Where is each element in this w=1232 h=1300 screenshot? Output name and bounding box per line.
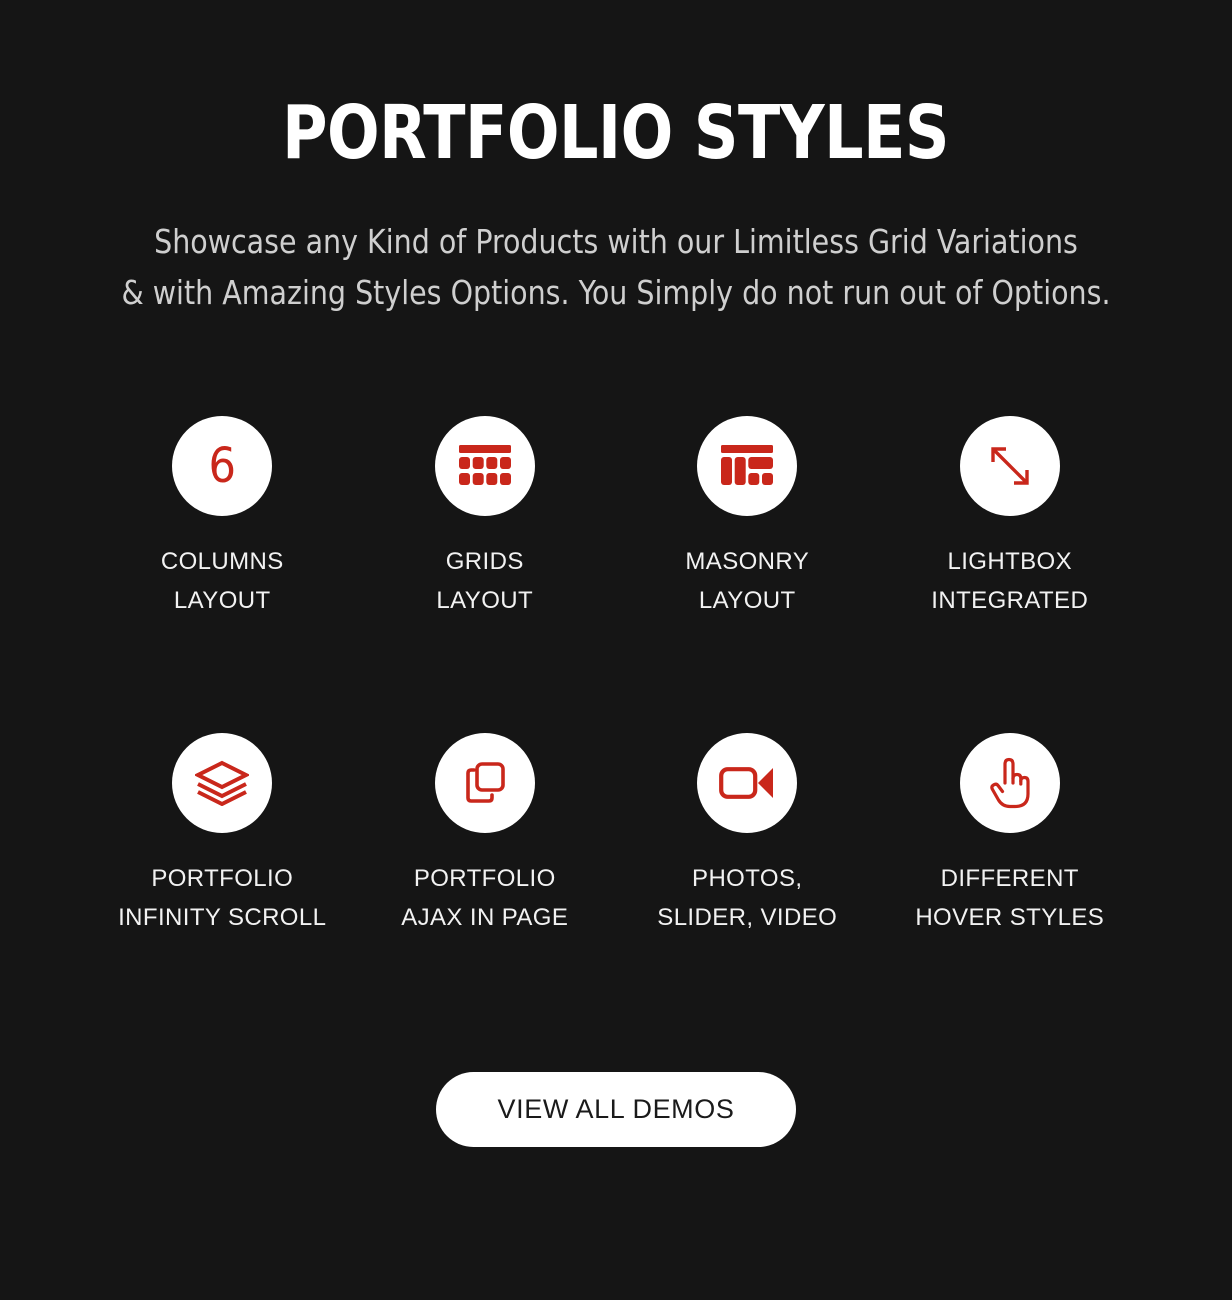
feature-label-line-2: LAYOUT <box>436 587 534 615</box>
feature-item-different-hover-styles[interactable]: DIFFERENT HOVER STYLES <box>879 733 1142 938</box>
feature-item-grids-layout[interactable]: GRIDS LAYOUT <box>354 416 617 621</box>
feature-label-line-2: HOVER STYLES <box>915 903 1105 931</box>
feature-label-line-1: PORTFOLIO <box>151 865 294 893</box>
feature-item-columns-layout[interactable]: 6 COLUMNS LAYOUT <box>91 416 354 621</box>
feature-label-line-1: COLUMNS <box>160 548 284 576</box>
feature-grid: 6 COLUMNS LAYOUT GRIDS LAYOUT MASONRY LA… <box>91 416 1141 938</box>
feature-label-line-2: AJAX IN PAGE <box>401 903 569 931</box>
subtitle-line-1: Showcase any Kind of Products with our L… <box>154 222 1078 261</box>
feature-label-line-2: INFINITY SCROLL <box>118 903 327 931</box>
feature-label-line-1: GRIDS <box>445 548 524 576</box>
copy-squares-icon <box>434 733 535 834</box>
cta-container: VIEW ALL DEMOS <box>0 1071 1232 1147</box>
section-subtitle: Showcase any Kind of Products with our L… <box>78 216 1153 318</box>
view-all-demos-button[interactable]: VIEW ALL DEMOS <box>435 1071 797 1147</box>
subtitle-line-2: & with Amazing Styles Options. You Simpl… <box>121 273 1111 313</box>
feature-item-portfolio-ajax-in-page[interactable]: PORTFOLIO AJAX IN PAGE <box>354 733 617 938</box>
number-six-icon: 6 <box>172 416 273 517</box>
feature-label: PORTFOLIO INFINITY SCROLL <box>118 860 326 938</box>
grids-layout-icon <box>434 416 535 517</box>
feature-label-line-2: INTEGRATED <box>931 587 1089 615</box>
feature-label: PORTFOLIO AJAX IN PAGE <box>401 860 568 938</box>
feature-label: DIFFERENT HOVER STYLES <box>915 860 1104 938</box>
feature-label-line-1: DIFFERENT <box>940 865 1079 893</box>
feature-item-masonry-layout[interactable]: MASONRY LAYOUT <box>616 416 879 621</box>
feature-label-line-2: LAYOUT <box>698 587 796 615</box>
feature-label: LIGHTBOX INTEGRATED <box>931 543 1088 621</box>
feature-label-line-1: LIGHTBOX <box>947 548 1073 576</box>
portfolio-styles-section: PORTFOLIO STYLES Showcase any Kind of Pr… <box>0 0 1232 1300</box>
feature-label: PHOTOS, SLIDER, VIDEO <box>657 860 837 938</box>
page-title: PORTFOLIO STYLES <box>282 90 950 176</box>
feature-label-line-2: LAYOUT <box>173 587 271 615</box>
expand-arrows-icon <box>959 416 1060 517</box>
feature-label-line-1: PHOTOS, <box>692 865 803 893</box>
feature-label-line-1: MASONRY <box>685 548 810 576</box>
feature-label: MASONRY LAYOUT <box>685 543 809 621</box>
feature-item-lightbox-integrated[interactable]: LIGHTBOX INTEGRATED <box>879 416 1142 621</box>
masonry-layout-icon <box>697 416 798 517</box>
feature-item-portfolio-infinity-scroll[interactable]: PORTFOLIO INFINITY SCROLL <box>91 733 354 938</box>
pointing-hand-icon <box>959 733 1060 834</box>
feature-label: GRIDS LAYOUT <box>436 543 533 621</box>
feature-item-photos-slider-video[interactable]: PHOTOS, SLIDER, VIDEO <box>616 733 879 938</box>
feature-label: COLUMNS LAYOUT <box>161 543 284 621</box>
number-six-icon-value: 6 <box>208 438 236 495</box>
feature-label-line-2: SLIDER, VIDEO <box>657 903 838 931</box>
feature-label-line-1: PORTFOLIO <box>413 865 556 893</box>
layers-stack-icon <box>172 733 273 834</box>
video-camera-icon <box>697 733 798 834</box>
